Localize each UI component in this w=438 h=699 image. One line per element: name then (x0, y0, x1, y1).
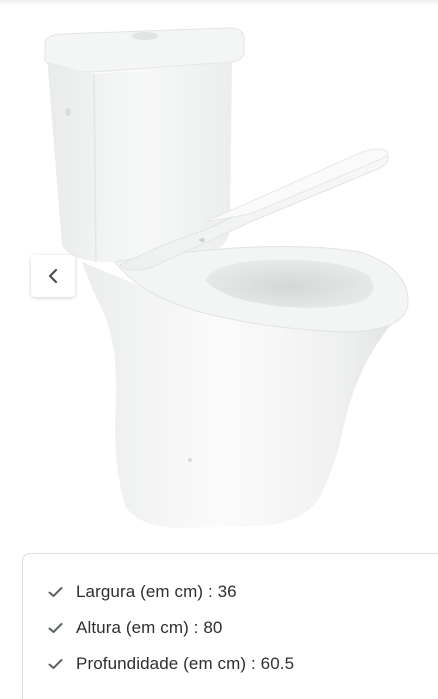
specs-card: Largura (em cm) : 36 Altura (em cm) : 80… (22, 553, 438, 699)
check-icon (47, 584, 63, 600)
gallery-prev-button[interactable] (31, 255, 75, 297)
spec-row-width: Largura (em cm) : 36 (47, 580, 237, 604)
spec-value: 60.5 (260, 654, 295, 673)
spec-value: 36 (217, 582, 237, 601)
product-page: Largura (em cm) : 36 Altura (em cm) : 80… (0, 0, 438, 699)
spec-label: Altura (em cm) (76, 618, 189, 637)
spec-separator: : (203, 582, 218, 601)
spec-label: Profundidade (em cm) (76, 654, 247, 673)
check-icon (47, 620, 63, 636)
spec-label: Largura (em cm) (76, 582, 204, 601)
spec-row-height: Altura (em cm) : 80 (47, 616, 222, 640)
chevron-left-icon (48, 268, 58, 284)
spec-value: 80 (203, 618, 223, 637)
spec-text: Largura (em cm) : 36 (76, 582, 237, 602)
spec-separator: : (188, 618, 204, 637)
spec-separator: : (246, 654, 261, 673)
spec-text: Profundidade (em cm) : 60.5 (76, 654, 294, 674)
check-icon (47, 656, 63, 672)
spec-text: Altura (em cm) : 80 (76, 618, 222, 638)
spec-row-depth: Profundidade (em cm) : 60.5 (47, 652, 294, 676)
